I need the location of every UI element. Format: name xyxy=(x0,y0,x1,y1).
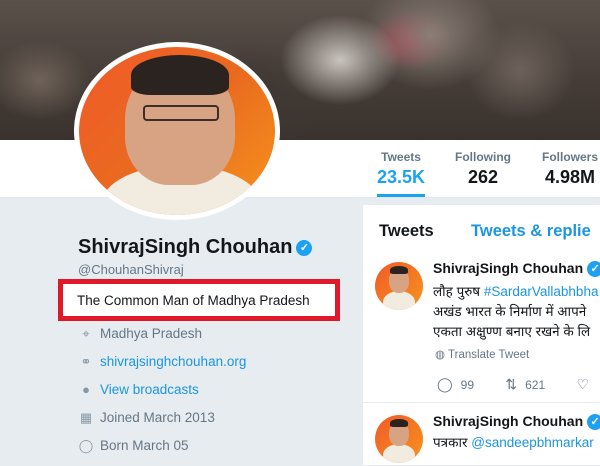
tweet-text-prefix: लौह पुरुष xyxy=(433,284,484,299)
stat-followers-value: 4.98M xyxy=(544,167,596,187)
tweet-item[interactable]: ShivrajSingh Chouhan ✓ पत्रकार @sandeepbh… xyxy=(363,405,600,466)
stat-tweets-label: Tweets xyxy=(381,150,421,164)
tweet-avatar[interactable] xyxy=(375,415,423,463)
timeline-panel: Tweets Tweets & replie ShivrajSingh Chou… xyxy=(363,205,600,466)
stat-followers[interactable]: Followers 4.98M xyxy=(542,150,598,188)
tweet-avatar-body xyxy=(383,444,415,463)
calendar-icon: ▦ xyxy=(79,410,93,425)
profile-joined-text: Joined March 2013 xyxy=(100,410,215,425)
tweet-avatar-hair xyxy=(390,266,408,274)
stat-tweets[interactable]: Tweets 23.5K xyxy=(377,150,426,197)
retweet-button[interactable]: ⇅ 621 xyxy=(505,376,545,393)
tweet-author-text: ShivrajSingh Chouhan xyxy=(433,413,584,429)
stat-followers-label: Followers xyxy=(542,150,599,164)
avatar-hair xyxy=(131,55,229,95)
reply-button[interactable]: ◯ 99 xyxy=(437,376,474,393)
tweet-author-text: ShivrajSingh Chouhan xyxy=(433,260,584,276)
broadcast-pin-icon: ● xyxy=(82,382,90,397)
link-icon: ⚭ xyxy=(80,354,92,369)
tweet-text-prefix: पत्रकार xyxy=(433,435,472,450)
profile-name[interactable]: ShivrajSingh Chouhan ✓ xyxy=(78,236,313,259)
verified-badge-icon: ✓ xyxy=(296,239,313,256)
tweet-author[interactable]: ShivrajSingh Chouhan ✓ xyxy=(433,260,600,278)
tab-tweets[interactable]: Tweets xyxy=(379,222,434,241)
translate-tweet-text: Translate Tweet xyxy=(448,349,530,361)
tweet-actions: ◯ 99 ⇅ 621 ♡ xyxy=(437,376,600,393)
profile-broadcasts[interactable]: ● View broadcasts xyxy=(78,382,199,397)
like-button[interactable]: ♡ xyxy=(576,376,597,393)
profile-born: ◯ Born March 05 xyxy=(78,438,189,454)
retweet-count: 621 xyxy=(525,378,546,392)
profile-joined: ▦ Joined March 2013 xyxy=(78,410,215,426)
avatar-glasses xyxy=(143,105,219,121)
profile-broadcasts-text[interactable]: View broadcasts xyxy=(100,382,199,397)
heart-icon: ♡ xyxy=(576,376,590,392)
tweet-text-line: लौह पुरुष #SardarVallabhbha xyxy=(433,282,598,300)
balloon-icon: ◯ xyxy=(78,438,94,453)
tweet-avatar[interactable] xyxy=(375,262,423,310)
profile-born-text: Born March 05 xyxy=(100,438,189,453)
profile-avatar[interactable] xyxy=(74,42,280,220)
globe-icon: ◍ xyxy=(435,349,446,361)
profile-handle[interactable]: @ChouhanShivraj xyxy=(78,262,184,277)
retweet-icon: ⇅ xyxy=(505,376,518,392)
tweet-text-line: पत्रकार @sandeepbhmarkar xyxy=(433,433,594,451)
tweet-item[interactable]: ShivrajSingh Chouhan ✓ लौह पुरुष #SardarV… xyxy=(363,252,600,403)
tab-tweets-replies[interactable]: Tweets & replie xyxy=(471,222,591,241)
timeline-tabs: Tweets Tweets & replie xyxy=(363,205,600,258)
verified-badge-icon: ✓ xyxy=(587,414,600,431)
translate-tweet-link[interactable]: ◍ Translate Tweet xyxy=(435,347,529,361)
tweet-author[interactable]: ShivrajSingh Chouhan ✓ xyxy=(433,413,600,431)
profile-location: ⌖ Madhya Pradesh xyxy=(78,326,202,342)
verified-badge-icon: ✓ xyxy=(587,261,600,278)
profile-bio: The Common Man of Madhya Pradesh xyxy=(77,293,310,308)
profile-website-text[interactable]: shivrajsinghchouhan.org xyxy=(100,354,246,369)
tweet-text-line: एकता अक्षुण्ण बनाए रखने के लि xyxy=(433,324,591,339)
profile-location-text: Madhya Pradesh xyxy=(100,326,203,341)
tweet-avatar-body xyxy=(383,291,415,310)
tweet-mention-link[interactable]: @sandeepbhmarkar xyxy=(471,435,594,450)
stat-following-value: 262 xyxy=(467,167,499,187)
tweet-hashtag-link[interactable]: #SardarVallabhbha xyxy=(484,284,599,299)
profile-name-text: ShivrajSingh Chouhan xyxy=(78,236,293,258)
reply-count: 99 xyxy=(460,378,475,392)
profile-website[interactable]: ⚭ shivrajsinghchouhan.org xyxy=(78,354,247,370)
reply-icon: ◯ xyxy=(437,376,453,392)
stat-following[interactable]: Following 262 xyxy=(455,150,511,188)
stat-tweets-value: 23.5K xyxy=(377,167,426,187)
tweet-avatar-hair xyxy=(390,419,408,427)
tweet-text-line: अखंड भारत के निर्माण में आपने xyxy=(433,304,587,319)
stat-following-label: Following xyxy=(455,150,511,164)
location-pin-icon: ⌖ xyxy=(82,326,90,341)
